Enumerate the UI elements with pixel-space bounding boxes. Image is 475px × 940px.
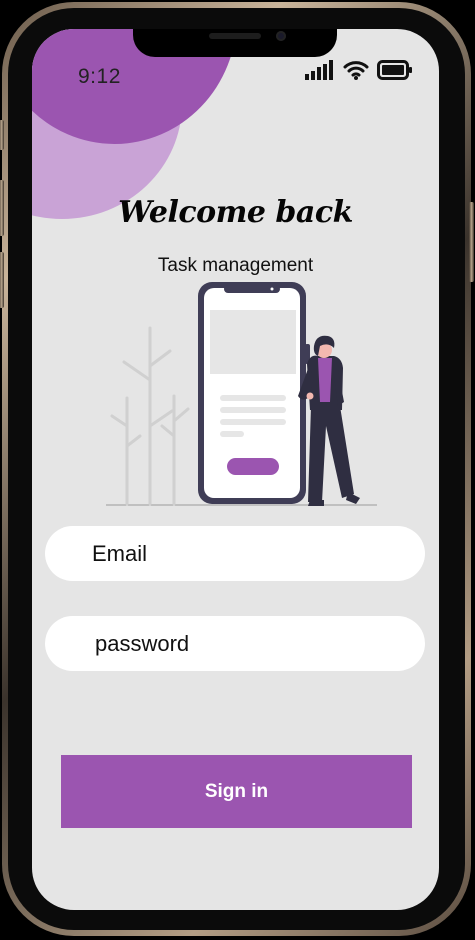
password-input[interactable]	[93, 629, 397, 658]
app-screen: 9:12 Welcome back Task management Email …	[32, 29, 439, 910]
page-title: Welcome back	[118, 195, 353, 230]
status-time: 9:12	[78, 65, 121, 88]
status-icons	[305, 60, 413, 80]
side-button-volume-down	[0, 252, 4, 308]
side-button-mute	[0, 120, 4, 150]
front-camera	[276, 31, 286, 41]
notch	[133, 29, 337, 57]
side-button-volume-up	[0, 180, 4, 236]
email-field[interactable]	[45, 526, 425, 581]
side-button-power	[469, 202, 474, 282]
phone-person-illustration	[106, 282, 377, 506]
wifi-icon	[343, 61, 369, 80]
battery-icon	[377, 60, 412, 80]
page-subtitle: Task management	[157, 255, 314, 276]
email-input[interactable]	[90, 539, 394, 568]
cellular-signal-icon	[305, 60, 333, 80]
speaker-grille	[209, 33, 261, 39]
sign-in-button[interactable]: Sign in	[61, 755, 412, 828]
password-field[interactable]	[45, 616, 425, 671]
